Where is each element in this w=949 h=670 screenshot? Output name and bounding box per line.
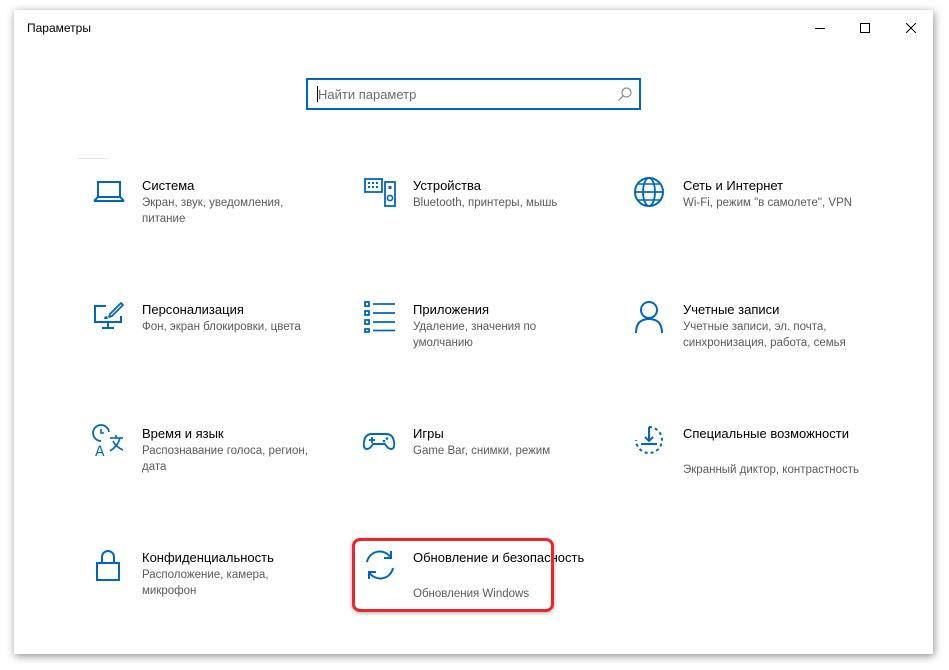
category-description: Bluetooth, принтеры, мышь [413, 197, 558, 209]
personalization-icon [94, 302, 124, 329]
globe-icon [634, 177, 664, 207]
category-network[interactable]: Сеть и Интернет Wi-Fi, режим "в самолете… [633, 176, 863, 276]
time-language-icon: A [92, 424, 124, 458]
category-description: Wi-Fi, режим "в самолете", VPN [683, 197, 853, 209]
svg-text:A: A [95, 444, 105, 458]
category-name: Персонализация [142, 302, 244, 317]
devices-icon [364, 178, 396, 207]
category-name: Специальные возможности [683, 426, 849, 441]
text-caret [317, 86, 318, 102]
category-name: Сеть и Интернет [683, 178, 784, 193]
category-name: Учетные записи [683, 302, 780, 317]
window-title: Параметры [27, 21, 91, 35]
close-button[interactable] [888, 10, 933, 46]
category-description: Распознавание голоса, регион, дата [142, 445, 308, 473]
divider [78, 158, 108, 159]
category-name: Время и язык [142, 426, 224, 441]
category-personalization[interactable]: Персонализация Фон, экран блокировки, цв… [92, 300, 322, 400]
person-icon [635, 301, 663, 334]
category-accounts[interactable]: Учетные записи Учетные записи, эл. почта… [633, 300, 863, 400]
category-name: Обновление и безопасность [413, 550, 585, 565]
search-box[interactable] [306, 78, 641, 110]
category-description: Экранный диктор, контрастность [683, 464, 860, 476]
category-system[interactable]: Система Экран, звук, уведомления, питани… [92, 176, 322, 276]
category-name: Конфиденциальность [142, 550, 274, 565]
category-privacy[interactable]: Конфиденциальность Расположение, камера,… [92, 548, 322, 648]
lock-icon [96, 550, 120, 581]
category-accessibility[interactable]: Специальные возможности Экранный диктор,… [633, 424, 863, 524]
apps-list-icon [364, 301, 395, 333]
category-name: Система [142, 178, 195, 193]
category-name: Приложения [413, 302, 490, 317]
category-description: Удаление, значения по умолчанию [413, 321, 537, 349]
category-description: Обновления Windows [413, 588, 530, 600]
category-devices[interactable]: Устройства Bluetooth, принтеры, мышь [363, 176, 593, 276]
category-description: Экран, звук, уведомления, питание [142, 197, 284, 225]
search-input[interactable] [308, 80, 618, 108]
accessibility-icon [635, 426, 663, 454]
laptop-icon [93, 181, 125, 202]
close-icon [905, 23, 916, 33]
category-time-language[interactable]: A Время и язык Распознавание голоса, рег… [92, 424, 322, 524]
category-description: Учетные записи, эл. почта, синхронизация… [683, 321, 846, 349]
category-apps[interactable]: Приложения Удаление, значения по умолчан… [363, 300, 593, 400]
minimize-button[interactable] [797, 10, 842, 46]
maximize-icon [859, 23, 870, 33]
category-description: Расположение, камера, микрофон [142, 569, 269, 597]
gamepad-icon [363, 433, 396, 450]
minimize-icon [814, 28, 825, 29]
maximize-button[interactable] [842, 10, 887, 46]
search-icon[interactable] [617, 86, 633, 102]
category-description: Фон, экран блокировки, цвета [142, 321, 301, 333]
settings-window: Параметры Найти параметр Система Экран, … [14, 10, 933, 654]
category-gaming[interactable]: Игры Game Bar, снимки, режим [363, 424, 593, 524]
category-update-security[interactable]: Обновление и безопасность Обновления Win… [363, 548, 593, 648]
category-name: Устройства [413, 178, 482, 193]
sync-icon [366, 550, 394, 580]
title-bar: Параметры [14, 10, 933, 46]
category-name: Игры [413, 426, 444, 441]
category-description: Game Bar, снимки, режим [413, 445, 551, 457]
